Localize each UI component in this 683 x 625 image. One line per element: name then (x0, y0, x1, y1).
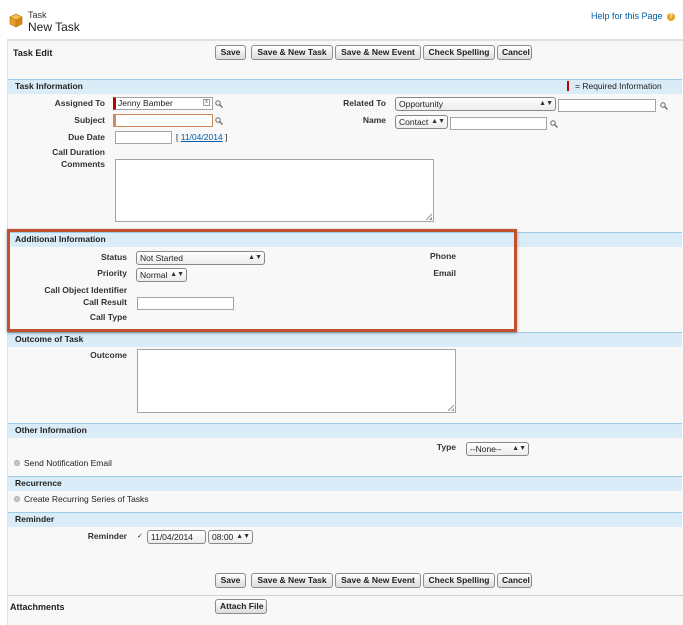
section-reminder: Reminder (8, 512, 682, 527)
related-to-lookup-icon[interactable] (660, 102, 668, 110)
due-date-link[interactable]: 11/04/2014 (181, 132, 223, 142)
name-type-value: Contact (399, 117, 429, 127)
name-type-select[interactable]: Contact ▲▼ (395, 115, 448, 129)
reminder-label: Reminder (87, 531, 127, 541)
section-title: Other Information (15, 425, 87, 435)
section-other-information: Other Information (8, 423, 682, 438)
due-date-shortcut: [ 11/04/2014 ] (176, 132, 228, 142)
type-select[interactable]: --None-- ▲▼ (466, 442, 529, 456)
section-title: Reminder (15, 514, 55, 524)
section-title: Task Information (15, 81, 83, 91)
due-date-label: Due Date (68, 132, 105, 142)
reminder-date-select[interactable]: 11/04/2014 (147, 530, 206, 544)
reminder-time-select[interactable]: 08:00 ▲▼ (208, 530, 253, 544)
call-duration-label: Call Duration (52, 147, 105, 157)
save-new-event-button-bottom[interactable]: Save & New Event (335, 573, 421, 588)
cancel-button[interactable]: Cancel (497, 45, 532, 60)
reminder-time-value: 08:00 (212, 532, 234, 542)
edit-title: Task Edit (13, 48, 53, 58)
check-spelling-button-bottom[interactable]: Check Spelling (423, 573, 495, 588)
assigned-to-label: Assigned To (54, 98, 105, 108)
type-value: --None-- (470, 444, 502, 454)
highlight-box (7, 229, 517, 332)
comments-textarea[interactable] (115, 159, 434, 222)
send-notification-checkbox[interactable] (14, 460, 20, 466)
save-button[interactable]: Save (215, 45, 246, 60)
name-field[interactable] (450, 117, 547, 130)
create-recurring-checkbox[interactable] (14, 496, 20, 502)
type-label: Type (436, 442, 456, 452)
assigned-to-field[interactable]: Jenny Bamber x (113, 97, 213, 110)
cancel-button-bottom[interactable]: Cancel (497, 573, 532, 588)
clear-icon[interactable]: x (203, 99, 210, 106)
required-indicator (567, 81, 569, 91)
required-note: = Required Information (575, 81, 662, 91)
section-title: Outcome of Task (15, 334, 84, 344)
section-title: Recurrence (15, 478, 62, 488)
assigned-to-lookup-icon[interactable] (215, 100, 223, 108)
assigned-to-value: Jenny Bamber (118, 98, 173, 108)
save-new-event-button[interactable]: Save & New Event (335, 45, 421, 60)
reminder-date-value: 11/04/2014 (151, 532, 193, 542)
object-label: Task (28, 10, 47, 20)
check-spelling-button[interactable]: Check Spelling (423, 45, 495, 60)
outcome-label: Outcome (90, 350, 127, 360)
save-new-task-button-bottom[interactable]: Save & New Task (251, 573, 333, 588)
related-to-value: Opportunity (399, 99, 443, 109)
reminder-checkbox[interactable]: ✓ (137, 533, 144, 540)
due-date-field[interactable] (115, 131, 172, 144)
help-link[interactable]: Help for this Page (591, 11, 663, 21)
comments-label: Comments (61, 159, 105, 169)
related-to-label: Related To (343, 98, 386, 108)
related-to-field[interactable] (558, 99, 656, 112)
section-outcome: Outcome of Task (8, 332, 682, 347)
attachments-header: Attachments (10, 602, 65, 612)
section-recurrence: Recurrence (8, 476, 682, 491)
subject-label: Subject (74, 115, 105, 125)
save-new-task-button[interactable]: Save & New Task (251, 45, 333, 60)
save-button-bottom[interactable]: Save (215, 573, 246, 588)
help-icon[interactable]: ? (667, 13, 675, 21)
attachments-divider (7, 595, 683, 596)
create-recurring-label: Create Recurring Series of Tasks (24, 494, 149, 504)
outcome-textarea[interactable] (137, 349, 456, 413)
page-title: New Task (28, 20, 80, 34)
name-lookup-icon[interactable] (550, 120, 558, 128)
related-to-select[interactable]: Opportunity ▲▼ (395, 97, 556, 111)
name-label: Name (362, 115, 386, 125)
subject-lookup-icon[interactable] (215, 117, 223, 125)
task-icon (8, 12, 24, 28)
subject-field[interactable] (113, 114, 213, 127)
send-notification-label: Send Notification Email (24, 458, 112, 468)
attach-file-button[interactable]: Attach File (215, 599, 267, 614)
